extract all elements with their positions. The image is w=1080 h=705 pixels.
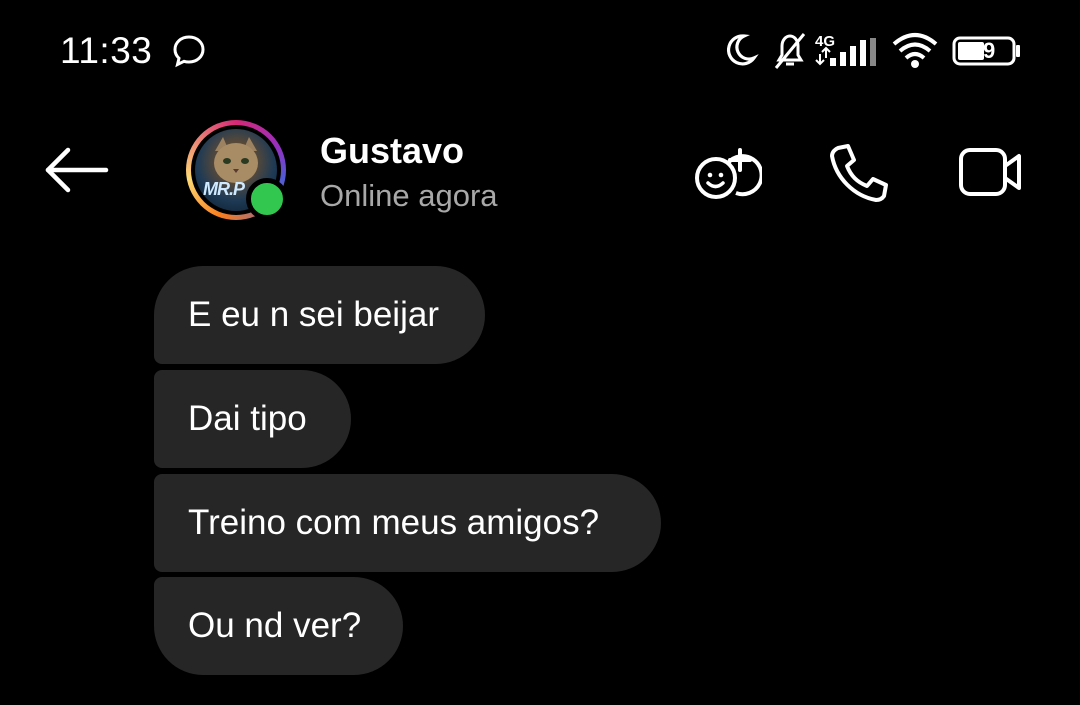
- add-friends-icon[interactable]: [692, 138, 762, 204]
- online-status-dot: [246, 178, 288, 220]
- chat-header: MR.P Gustavo Online agora: [0, 110, 1080, 230]
- signal-icon: [815, 38, 876, 66]
- battery-level: 49: [970, 38, 996, 63]
- phone-icon[interactable]: [824, 138, 894, 204]
- message-bubble[interactable]: Ou nd ver?: [154, 577, 403, 675]
- message-bubble[interactable]: Treino com meus amigos?: [154, 474, 661, 572]
- moon-icon: [727, 34, 759, 66]
- avatar[interactable]: MR.P: [186, 120, 288, 220]
- status-bar: 11:33 4G 49: [0, 0, 1080, 100]
- status-time: 11:33: [60, 30, 153, 71]
- back-arrow-icon[interactable]: [40, 140, 112, 200]
- message-bubble[interactable]: E eu n sei beijar: [154, 266, 485, 364]
- contact-name[interactable]: Gustavo: [320, 130, 464, 172]
- chat-bubble-icon: [173, 35, 205, 68]
- wifi-icon: [892, 33, 938, 68]
- contact-status: Online agora: [320, 178, 498, 213]
- message-bubble[interactable]: Dai tipo: [154, 370, 351, 468]
- avatar-text: MR.P: [203, 179, 245, 199]
- video-camera-icon[interactable]: [955, 138, 1025, 204]
- bell-off-icon: [774, 33, 806, 69]
